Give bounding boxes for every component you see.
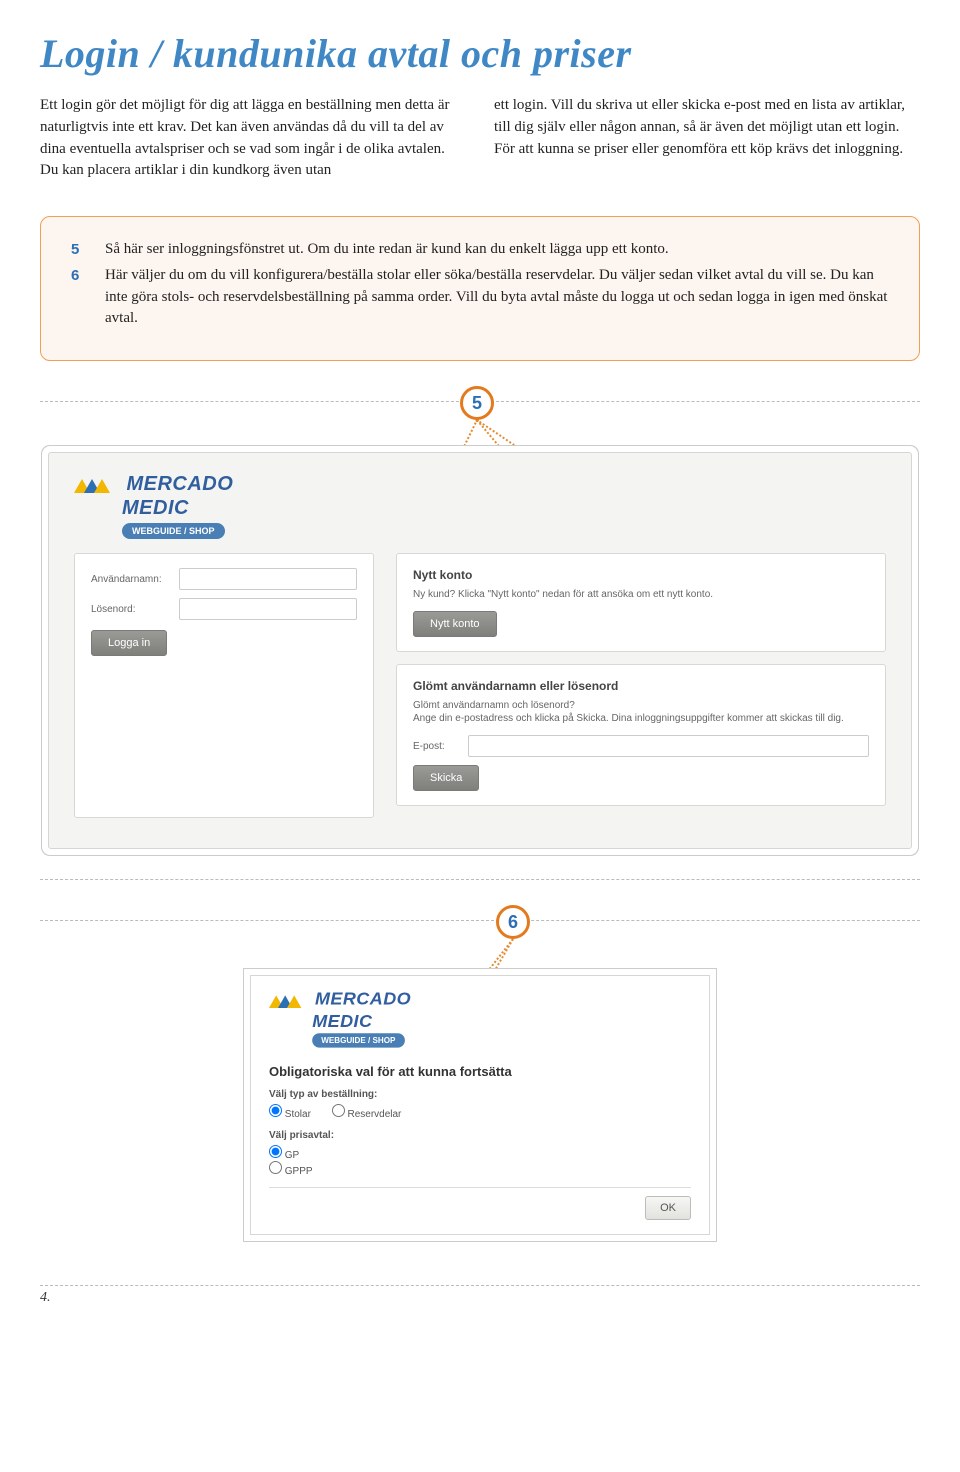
opt-gp[interactable]: GP [269,1145,673,1161]
intro-col-2: ett login. Vill du skriva ut eller skick… [494,95,920,182]
email-input[interactable] [468,735,869,757]
email-label: E-post: [413,741,458,752]
info-text-5: Så här ser inloggningsfönstret ut. Om du… [105,239,889,261]
logo-badge-b: WEBGUIDE / SHOP [312,1033,404,1047]
info-num-5: 5 [71,239,87,261]
forgot-title: Glömt användarnamn eller lösenord [413,679,869,693]
order-type-label: Välj typ av beställning: [269,1089,691,1100]
logo: MERCADO MEDIC WEBGUIDE / SHOP [74,473,233,539]
agreement-label: Välj prisavtal: [269,1130,691,1141]
username-input[interactable] [179,568,357,590]
choice-card: MERCADO MEDIC WEBGUIDE / SHOP Obligatori… [250,975,710,1235]
numbered-info-box: 5 Så här ser inloggningsfönstret ut. Om … [40,216,920,361]
new-account-sub: Ny kund? Klicka "Nytt konto" nedan för a… [413,588,869,601]
ok-button[interactable]: OK [645,1196,691,1220]
intro-col-1: Ett login gör det möjligt för dig att lä… [40,95,466,182]
logo-small: MERCADO MEDIC WEBGUIDE / SHOP [269,990,411,1048]
new-account-title: Nytt konto [413,568,869,582]
page-title: Login / kundunika avtal och priser [40,30,920,77]
opt-stolar[interactable]: Stolar [269,1109,311,1120]
order-type-options: Stolar Reservdelar [269,1104,691,1120]
info-num-6: 6 [71,265,87,330]
logo-stripes-icon [74,473,118,499]
logo-line1: MERCADO [126,473,233,495]
logo-stripes-icon [269,990,309,1013]
screenshot-6-wrap: 6 MERCADO MEDIC WEBGUIDE / SHOP Obligato… [40,920,920,1286]
callout-marker-5: 5 [460,386,494,420]
info-text-6: Här väljer du om du vill konfigurera/bes… [105,265,889,330]
callout-marker-6: 6 [496,905,530,939]
login-window: MERCADO MEDIC WEBGUIDE / SHOP Användarna… [48,452,912,849]
password-label: Lösenord: [91,604,169,615]
new-account-panel: Nytt konto Ny kund? Klicka "Nytt konto" … [396,553,886,652]
username-label: Användarnamn: [91,574,169,585]
logo-line2-b: MEDIC [312,1012,372,1032]
send-button[interactable]: Skicka [413,765,479,791]
logo-line2: MEDIC [122,497,189,519]
logo-line1-b: MERCADO [315,989,411,1009]
password-input[interactable] [179,598,357,620]
choice-title: Obligatoriska val för att kunna fortsätt… [269,1064,691,1079]
intro-columns: Ett login gör det möjligt för dig att lä… [40,95,920,182]
logo-badge: WEBGUIDE / SHOP [122,523,225,539]
screenshot-5-wrap: 5 MERCADO MEDIC WEBGUIDE / SHOP Användar… [40,401,920,880]
page-number: 4. [40,1290,51,1306]
forgot-panel: Glömt användarnamn eller lösenord Glömt … [396,664,886,806]
login-panel: Användarnamn: Lösenord: Logga in [74,553,374,818]
opt-gppp[interactable]: GPPP [269,1161,673,1177]
login-button[interactable]: Logga in [91,630,167,656]
forgot-sub: Glömt användarnamn och lösenord? Ange di… [413,699,869,725]
agreement-options: GP GPPP [269,1145,691,1177]
opt-reservdelar[interactable]: Reservdelar [332,1109,402,1120]
new-account-button[interactable]: Nytt konto [413,611,497,637]
